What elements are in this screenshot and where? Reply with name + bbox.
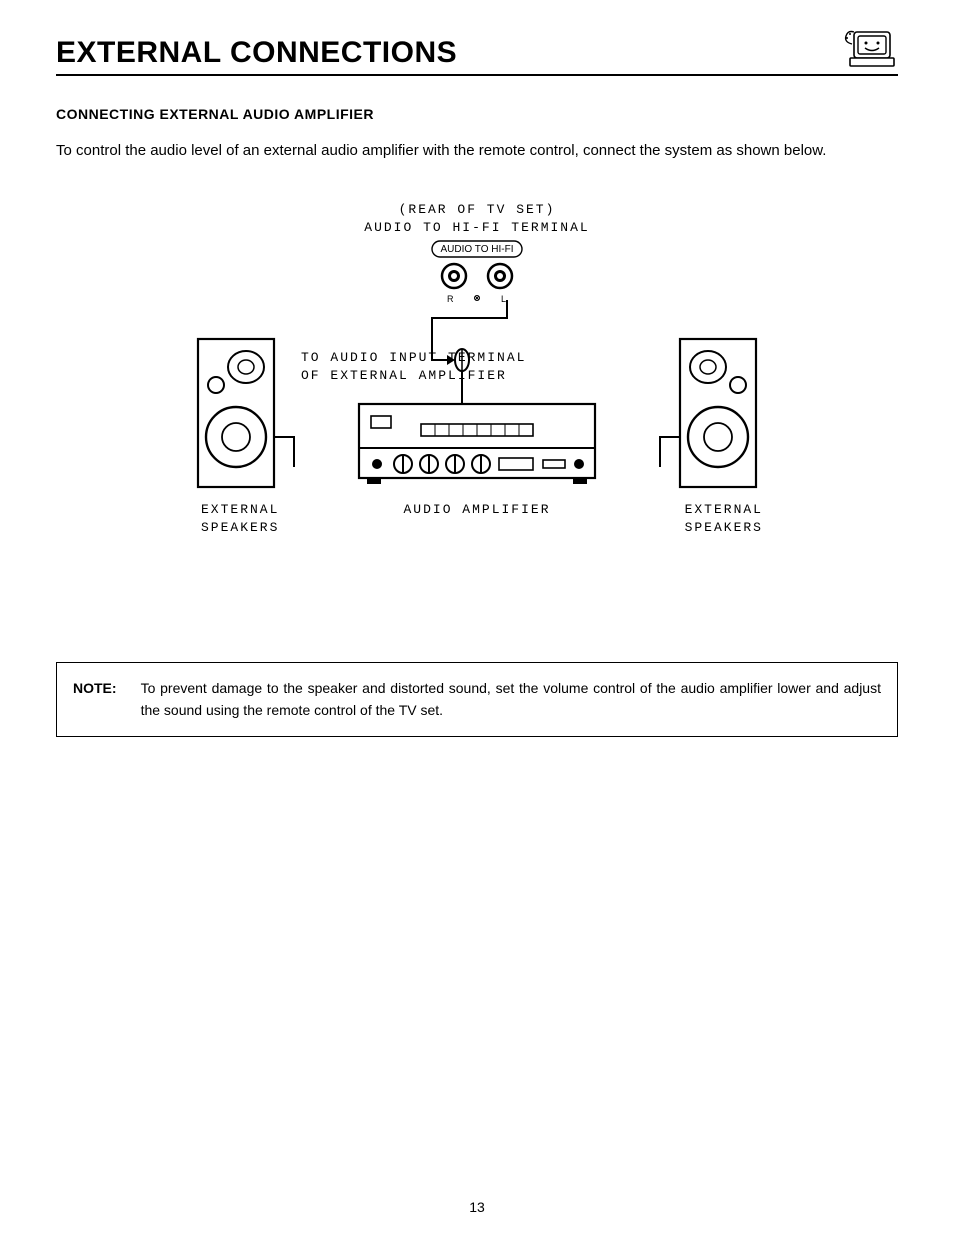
to-input-label-2: OF EXTERNAL AMPLIFIER bbox=[301, 368, 507, 383]
speaker-left-icon bbox=[196, 337, 296, 497]
connection-diagram: (REAR OF TV SET) AUDIO TO HI-FI TERMINAL… bbox=[56, 202, 898, 622]
speakers-left-label-1: EXTERNAL bbox=[201, 502, 279, 517]
amplifier-label: AUDIO AMPLIFIER bbox=[403, 502, 550, 517]
jack-panel-text: AUDIO TO HI-FI bbox=[441, 244, 514, 255]
document-page: EXTERNAL CONNECTIONS CONNECTING EXTERNAL… bbox=[0, 0, 954, 1235]
hifi-terminal-label: AUDIO TO HI-FI TERMINAL bbox=[364, 220, 589, 235]
computer-mascot-icon bbox=[840, 28, 898, 72]
intro-paragraph: To control the audio level of an externa… bbox=[56, 140, 898, 162]
note-label: NOTE: bbox=[73, 677, 117, 722]
page-title: EXTERNAL CONNECTIONS bbox=[56, 36, 457, 72]
rear-of-tv-label: (REAR OF TV SET) bbox=[399, 202, 556, 217]
note-text: To prevent damage to the speaker and dis… bbox=[141, 677, 881, 722]
to-input-label-1: TO AUDIO INPUT TERMINAL bbox=[301, 350, 526, 365]
amplifier-icon bbox=[357, 402, 597, 492]
speakers-right-label-2: SPEAKERS bbox=[685, 520, 763, 535]
note-box: NOTE: To prevent damage to the speaker a… bbox=[56, 662, 898, 737]
speakers-right-label-1: EXTERNAL bbox=[685, 502, 763, 517]
header-divider bbox=[56, 74, 898, 76]
header-row: EXTERNAL CONNECTIONS bbox=[56, 28, 898, 72]
section-subheading: CONNECTING EXTERNAL AUDIO AMPLIFIER bbox=[56, 106, 898, 122]
speakers-left-label-2: SPEAKERS bbox=[201, 520, 279, 535]
page-number: 13 bbox=[0, 1199, 954, 1215]
speaker-right-icon bbox=[658, 337, 758, 497]
